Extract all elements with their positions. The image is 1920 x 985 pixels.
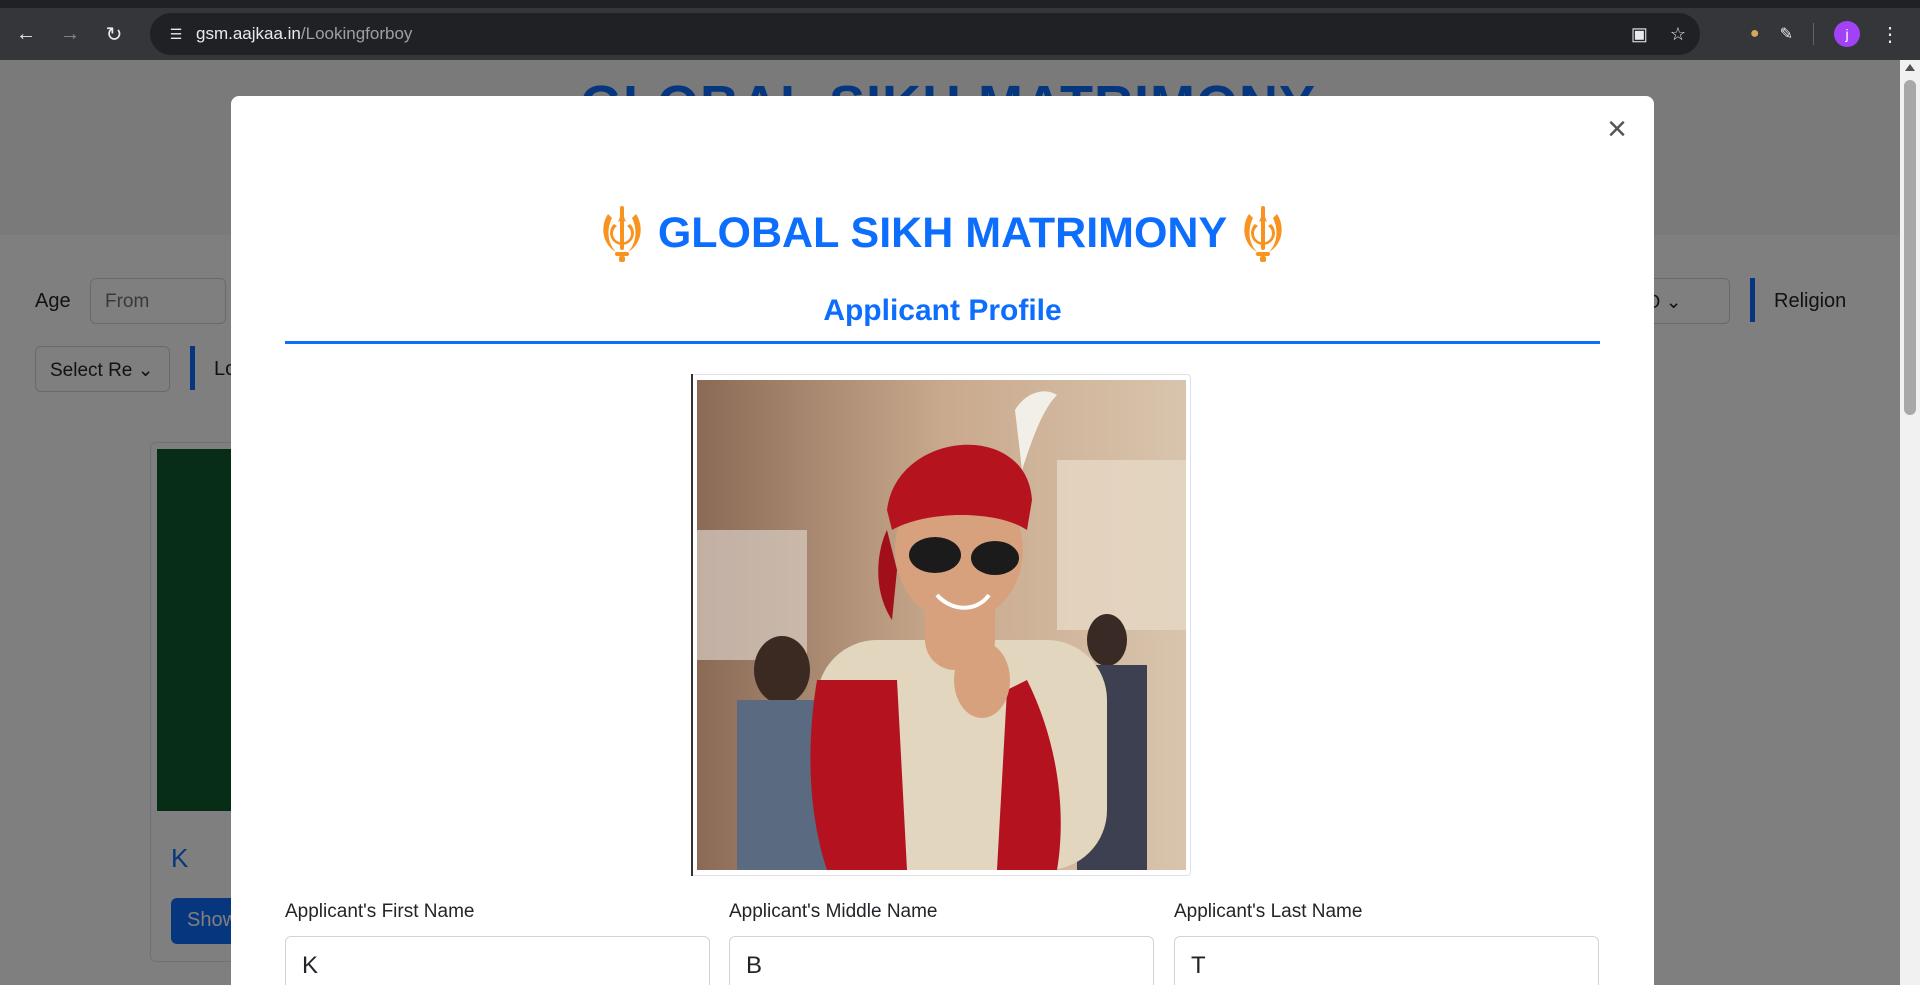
tab-strip bbox=[0, 0, 1920, 8]
khanda-icon bbox=[603, 206, 641, 262]
address-bar[interactable]: ☰ gsm.aajkaa.in/Lookingforboy ▣ ☆ bbox=[150, 13, 1700, 55]
modal-brand-title: GLOBAL SIKH MATRIMONY bbox=[657, 208, 1228, 257]
toolbar-separator bbox=[1813, 23, 1814, 45]
bookmark-star-icon[interactable]: ☆ bbox=[1670, 24, 1686, 45]
profile-avatar[interactable]: j bbox=[1834, 21, 1860, 47]
middle-name-label: Applicant's Middle Name bbox=[729, 901, 938, 922]
extensions-puzzle-icon[interactable]: ✎ bbox=[1780, 24, 1793, 44]
photo-frame-edge bbox=[691, 374, 693, 876]
install-app-icon[interactable]: ▣ bbox=[1631, 24, 1648, 45]
back-arrow-icon[interactable]: ← bbox=[8, 16, 44, 52]
middle-name-field[interactable] bbox=[729, 936, 1154, 985]
site-info-icon[interactable]: ☰ bbox=[160, 26, 192, 43]
last-name-field[interactable] bbox=[1174, 936, 1599, 985]
extension-cookie-icon[interactable]: ● bbox=[1750, 25, 1760, 43]
last-name-label: Applicant's Last Name bbox=[1174, 901, 1363, 922]
page-scrollbar[interactable] bbox=[1900, 60, 1920, 985]
url-path: /Lookingforboy bbox=[300, 24, 413, 43]
close-icon[interactable]: × bbox=[1602, 112, 1632, 146]
browser-menu-icon[interactable]: ⋮ bbox=[1880, 22, 1900, 47]
modal-brand: GLOBAL SIKH MATRIMONY bbox=[231, 204, 1654, 262]
url-host: gsm.aajkaa.in bbox=[196, 24, 301, 43]
first-name-label: Applicant's First Name bbox=[285, 901, 475, 922]
browser-toolbar: ← → ↻ ☰ gsm.aajkaa.in/Lookingforboy ▣ ☆ … bbox=[0, 8, 1920, 60]
scrollbar-thumb[interactable] bbox=[1904, 80, 1916, 415]
reload-icon[interactable]: ↻ bbox=[96, 16, 132, 52]
browser-chrome: ← → ↻ ☰ gsm.aajkaa.in/Lookingforboy ▣ ☆ … bbox=[0, 0, 1920, 60]
modal-subtitle: Applicant Profile bbox=[823, 294, 1062, 327]
url-text[interactable]: gsm.aajkaa.in/Lookingforboy bbox=[196, 24, 412, 44]
forward-arrow-icon[interactable]: → bbox=[52, 16, 88, 52]
khanda-icon bbox=[1244, 206, 1282, 262]
first-name-field[interactable] bbox=[285, 936, 710, 985]
applicant-photo bbox=[697, 380, 1186, 870]
applicant-profile-modal: × GLOBAL SIKH MATRIMONY Applicant Profil… bbox=[231, 96, 1654, 985]
scroll-up-arrow-icon[interactable] bbox=[1905, 64, 1915, 71]
subtitle-underline bbox=[285, 341, 1600, 344]
